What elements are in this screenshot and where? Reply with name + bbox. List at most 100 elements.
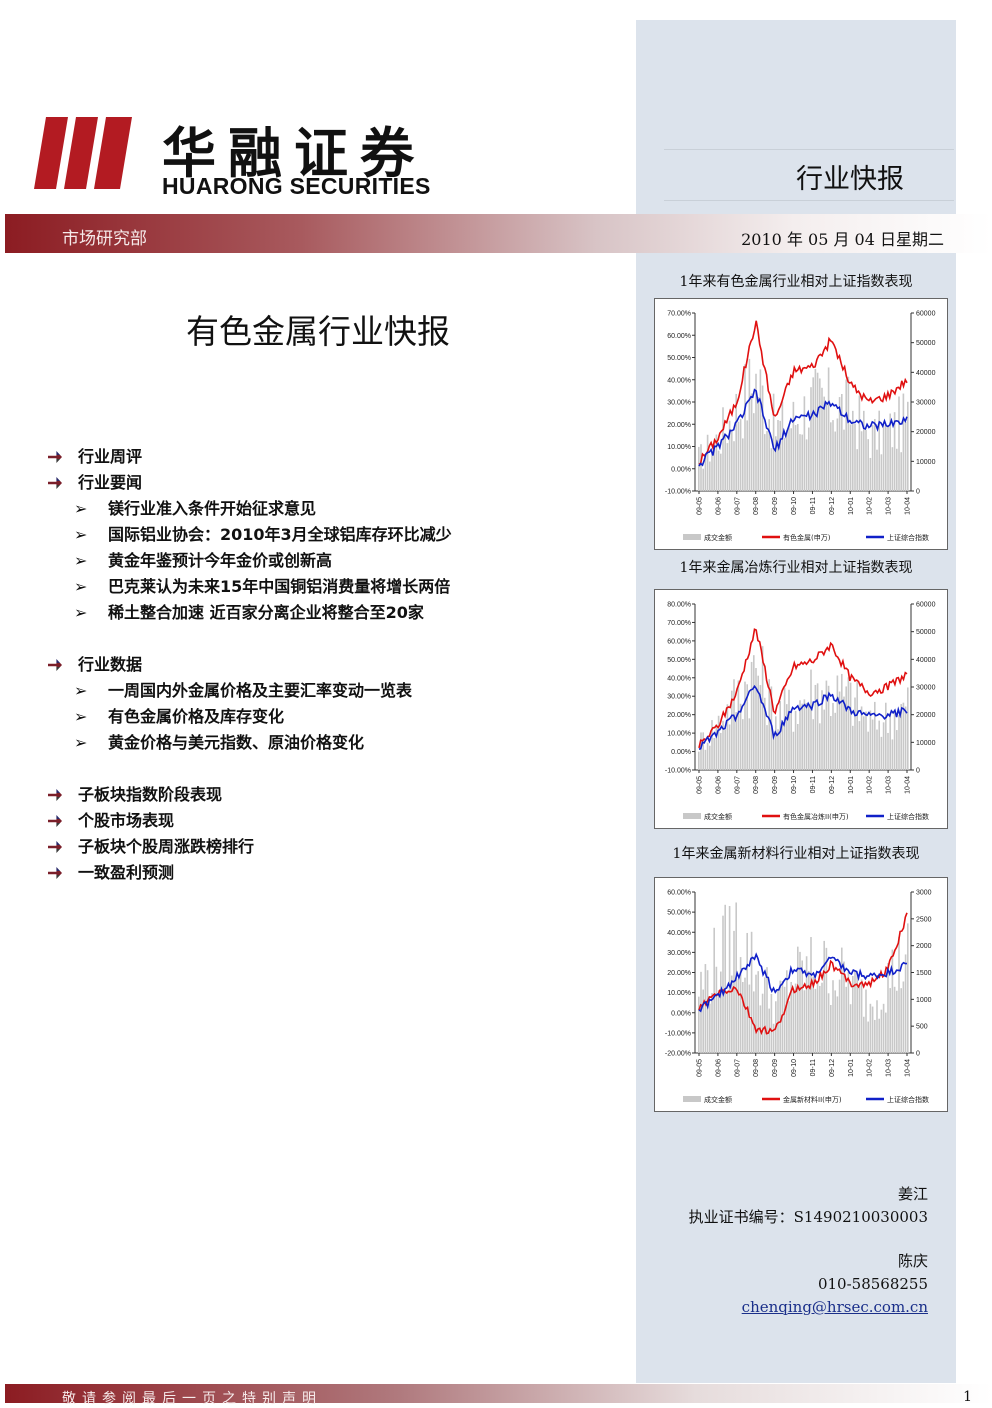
volume-bar — [887, 963, 889, 1053]
y-tick-label-left: 10.00% — [667, 731, 691, 738]
volume-bar — [753, 655, 755, 770]
volume-bar — [845, 379, 847, 491]
volume-bar — [704, 455, 707, 491]
arrow-bullet-icon: ➢ — [74, 499, 88, 518]
volume-bar — [728, 724, 731, 770]
y-tick-label-left: -10.00% — [665, 1030, 691, 1037]
legend-label: 上证综合指数 — [887, 812, 929, 821]
x-tick-label: 10-03 — [886, 1059, 893, 1077]
chart-legend: 成交金额 金属新材料II(申万) 上证综合指数 — [683, 1095, 929, 1104]
volume-bar — [810, 937, 812, 1053]
volume-bar — [770, 448, 773, 491]
volume-bar — [750, 661, 753, 770]
section-bullet-icon — [48, 477, 62, 489]
volume-bar — [759, 369, 762, 491]
toc-text: 行业要闻 — [78, 473, 143, 492]
y-tick-label-right: 1500 — [916, 970, 932, 977]
toc-section: 行业数据 — [48, 651, 143, 674]
volume-bar — [788, 689, 790, 770]
chart-legend: 成交金额 有色金属(申万) 上证综合指数 — [683, 533, 929, 542]
arrow-bullet-icon: ➢ — [74, 707, 88, 726]
x-tick-label: 09-09 — [772, 1059, 779, 1077]
y-tick-label-left: 0.00% — [671, 466, 691, 473]
volume-bar — [878, 1018, 880, 1053]
x-tick-label: 09-06 — [715, 497, 722, 515]
page-title: 有色金属行业快报 — [186, 312, 450, 351]
volume-bar — [720, 732, 722, 770]
logo: 华融证券 HUARONG SECURITIES — [34, 115, 444, 200]
section-bullet-icon — [48, 841, 62, 853]
y-tick-label-right: 10000 — [916, 740, 936, 747]
authors-block: 姜江 执业证书编号：S1490210030003 陈庆 010-58568255… — [636, 1183, 928, 1319]
volume-bar — [746, 420, 748, 491]
x-tick-label: 09-09 — [772, 497, 779, 515]
volume-bar — [832, 980, 834, 1053]
y-tick-label-left: 60.00% — [667, 638, 691, 645]
x-tick-label: 10-04 — [905, 1059, 912, 1077]
volume-bar — [882, 722, 885, 770]
x-tick-label: 09-11 — [810, 497, 817, 514]
volume-bar — [766, 967, 768, 1053]
volume-bar — [704, 749, 707, 770]
volume-bar — [737, 978, 740, 1053]
toc-section: 一致盈利预测 — [48, 859, 174, 882]
toc-subitem: ➢ 黄金价格与美元指数、原油价格变化 — [74, 729, 364, 752]
y-tick-label-right: 40000 — [916, 657, 936, 664]
volume-bar — [726, 704, 729, 770]
volume-bar — [808, 427, 810, 491]
volume-bar — [797, 724, 799, 770]
chart-caption: 1年来金属新材料行业相对上证指数表现 — [672, 846, 920, 862]
volume-bar — [766, 431, 768, 491]
y-tick-label-right: 20000 — [916, 429, 936, 436]
toc-section: 个股市场表现 — [48, 807, 174, 830]
volume-bar — [867, 731, 869, 770]
y-tick-label-left: 40.00% — [667, 377, 691, 384]
x-tick-label: 10-03 — [886, 776, 893, 794]
legend-label: 上证综合指数 — [887, 1095, 929, 1104]
author-email-link[interactable]: chenqing@hrsec.com.cn — [636, 1296, 928, 1319]
legend-swatch — [683, 1096, 701, 1102]
volume-bar — [896, 448, 898, 491]
volume-bar — [805, 702, 808, 770]
volume-bar — [803, 699, 806, 770]
volume-bar — [885, 702, 887, 770]
volume-bar — [750, 393, 753, 491]
volume-bar — [880, 736, 883, 770]
volume-bar — [830, 422, 832, 491]
volume-bar — [779, 701, 781, 770]
volume-bar — [742, 719, 744, 770]
volume-bar — [801, 960, 803, 1053]
volume-bar — [889, 713, 891, 770]
volume-bar — [821, 387, 823, 491]
legend-label: 金属新材料II(申万) — [783, 1095, 842, 1104]
volume-bar — [904, 706, 907, 770]
toc-text: 一周国内外金属价格及主要汇率变动一览表 — [108, 681, 413, 700]
volume-bar — [900, 452, 902, 491]
legend-swatch — [683, 813, 701, 819]
volume-bar — [790, 710, 792, 770]
x-tick-label: 09-12 — [829, 776, 836, 794]
toc-subitem: ➢ 国际铝业协会：2010年3月全球铝库存环比减少 — [74, 521, 452, 544]
volume-bar — [704, 964, 707, 1053]
volume-bar — [737, 680, 740, 770]
toc-text: 子板块个股周涨跌榜排行 — [78, 837, 255, 856]
chart-2-svg: 80.00% 70.00% 60.00% 50.00% 40.00% 30.00% 20.0… — [665, 602, 936, 822]
x-tick-label: 10-01 — [848, 776, 855, 794]
x-tick-label: 09-08 — [753, 497, 760, 515]
volume-bar — [797, 946, 799, 1053]
volume-bar — [761, 993, 764, 1053]
volume-bar — [814, 988, 817, 1053]
y-tick-label-left: 30.00% — [667, 400, 691, 407]
legend-label: 有色金属(申万) — [783, 533, 831, 542]
toc-text: 行业数据 — [78, 655, 143, 674]
author-license: 执业证书编号：S1490210030003 — [688, 1208, 928, 1226]
volume-bar — [874, 1019, 876, 1053]
volume-bar — [720, 453, 722, 491]
x-tick-label: 10-01 — [848, 1059, 855, 1077]
volume-bar — [713, 927, 715, 1053]
volume-bar — [753, 413, 755, 491]
volume-bar — [698, 751, 700, 770]
volume-bar — [887, 426, 889, 491]
volume-bar — [852, 975, 854, 1053]
y-tick-label-left: -10.00% — [665, 489, 691, 496]
